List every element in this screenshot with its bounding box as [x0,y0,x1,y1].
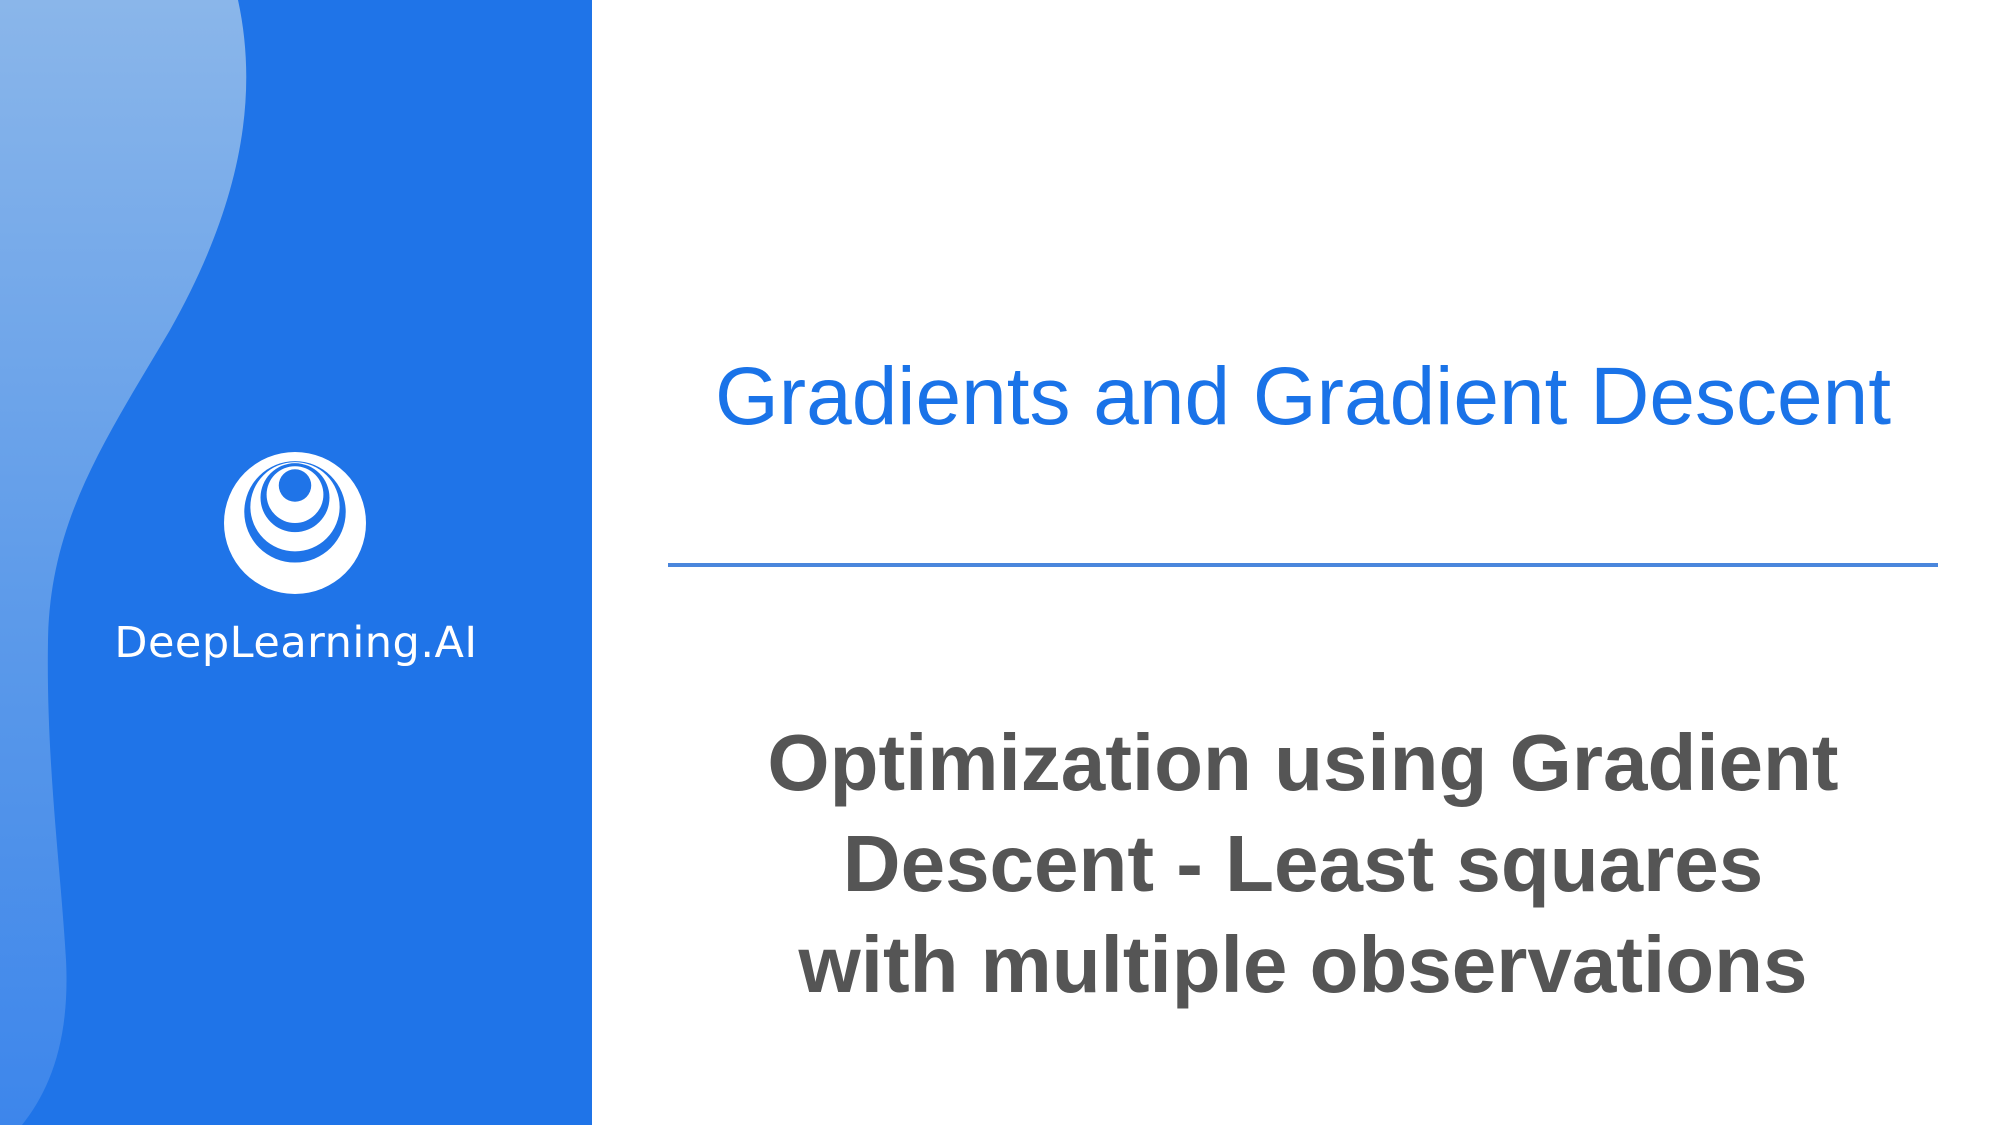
title-divider [668,563,1938,567]
brand-name: DeepLearning.AI [114,618,478,668]
deeplearning-ai-logo-icon [224,452,366,594]
lesson-title-line: Optimization using Gradient [767,718,1839,807]
lesson-title-line: with multiple observations [798,920,1808,1009]
lesson-title-line: Descent - Least squares [842,819,1764,908]
lesson-title: Optimization using Gradient Descent - Le… [668,712,1938,1015]
brand-panel: DeepLearning.AI [0,0,592,1125]
section-title: Gradients and Gradient Descent [715,351,1891,442]
